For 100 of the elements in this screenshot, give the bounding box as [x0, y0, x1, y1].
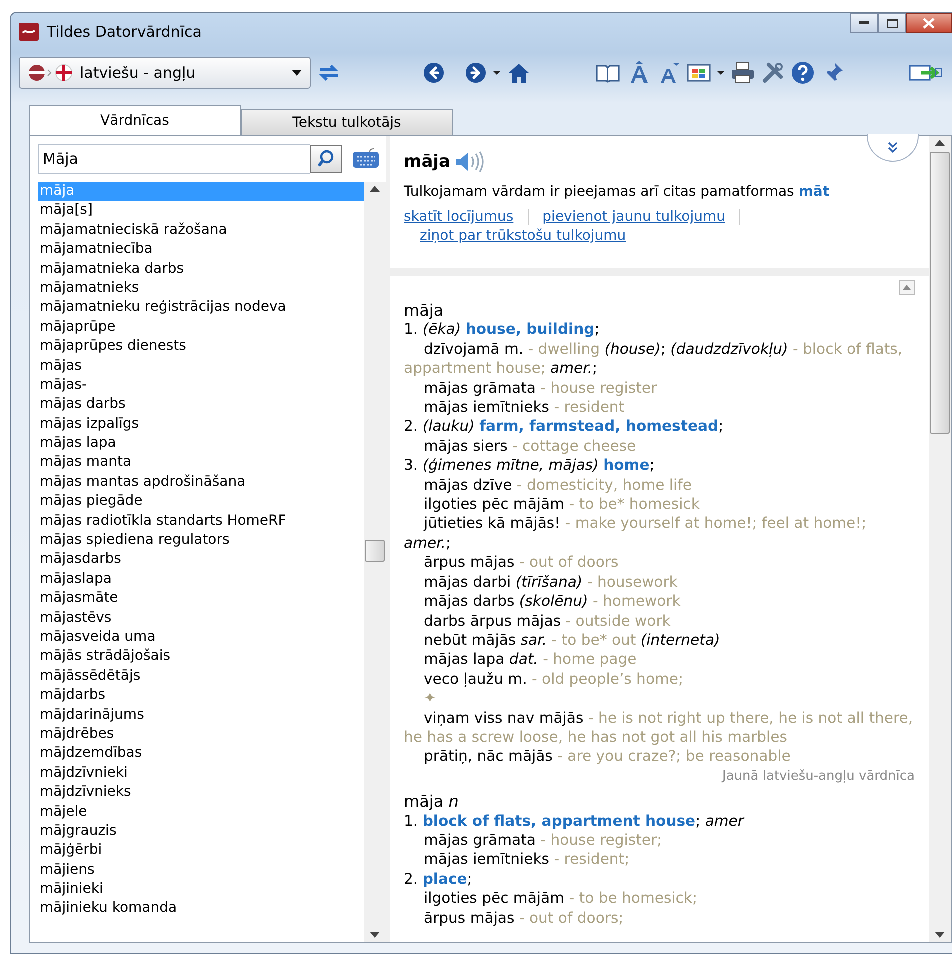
word-list-item[interactable]: mājdzemdības	[38, 744, 364, 764]
word-list-item[interactable]: mājas piegāde	[38, 492, 364, 512]
forward-icon[interactable]	[465, 62, 487, 84]
language-dropdown[interactable]: latviešu - angļu	[19, 57, 311, 89]
close-button[interactable]	[906, 13, 952, 33]
phrase-line: dzīvojamā m. - dwelling (house); (daudzdzīvokļu) - block of flats, appartment house; amer.;	[404, 340, 904, 379]
word-list-item[interactable]: mājdarbs	[38, 686, 364, 706]
caret-icon[interactable]	[493, 70, 501, 76]
scroll-up-icon[interactable]	[370, 186, 380, 192]
swap-icon[interactable]	[317, 62, 341, 84]
phrase-line: mājas siers - cottage cheese	[423, 436, 638, 456]
word-list-item[interactable]: mājdzīvnieki	[38, 764, 364, 784]
word-list-item[interactable]: mājinieku komanda	[38, 899, 364, 919]
window-title: Tildes Datorvārdnīca	[47, 23, 202, 41]
sense-line: 2. place;	[404, 870, 474, 890]
minimize-button[interactable]	[850, 13, 878, 33]
word-list-item[interactable]: mājas lapa	[38, 434, 364, 454]
word-list-item[interactable]: mājamatnieku reģistrācijas nodeva	[38, 298, 364, 318]
phrase-line: mājas darbi (tīrīšana) - housework	[423, 572, 679, 592]
word-list-item[interactable]: mājas radiotīkla standarts HomeRF	[38, 512, 364, 532]
help-icon[interactable]	[791, 61, 815, 85]
alternate-forms-note: Tulkojamam vārdam ir pieejamas arī citas pamatformas māt	[404, 184, 831, 200]
word-list-item[interactable]: mājās strādājošais	[38, 647, 364, 667]
phrase-line: jūtieties kā mājās! - make yourself at home!; feel at home!; amer.;	[404, 514, 868, 554]
tab[interactable]: Vārdnīcas	[29, 105, 241, 135]
word-list-item[interactable]: mājinieki	[38, 880, 364, 900]
phrase-line: mājas darbs (skolēnu) - homework	[423, 592, 682, 612]
word-list-item[interactable]: māja[s]	[38, 201, 364, 221]
word-list-item[interactable]: mājas	[38, 356, 364, 376]
sense-line: 1. block of flats, appartment house; amer	[404, 812, 746, 831]
scroll-down-icon[interactable]	[935, 932, 945, 938]
app-icon	[19, 23, 39, 41]
word-list-item[interactable]: mājasmāte	[38, 589, 364, 609]
phrase-line: mājas lapa dat. - home page	[423, 650, 638, 670]
color-scheme-icon[interactable]	[687, 63, 711, 83]
sense-line: 1. (ēka) house, building;	[404, 320, 601, 340]
source-label: Jaunā latviešu-angļu vārdnīca	[720, 768, 915, 786]
scroll-down-icon[interactable]	[370, 932, 380, 938]
sense-line: 2. (lauku) farm, farmstead, homestead;	[404, 417, 725, 437]
headword: māja	[404, 152, 450, 172]
word-list-item[interactable]: mājiens	[38, 860, 364, 880]
caret-icon[interactable]	[717, 70, 725, 76]
phrase-line: mājas iemītnieks - resident;	[423, 850, 631, 870]
word-list-item[interactable]: mājaslapa	[38, 570, 364, 590]
keyboard-icon[interactable]	[352, 148, 380, 170]
scrollbar-thumb[interactable]	[365, 540, 385, 562]
expand-button[interactable]	[867, 134, 919, 162]
search-icon	[317, 150, 335, 168]
word-list-item[interactable]: mājasdarbs	[38, 550, 364, 570]
word-list-item[interactable]: mājasveida uma	[38, 628, 364, 648]
maximize-icon	[886, 18, 898, 28]
flags-icon	[28, 64, 74, 82]
word-list-item[interactable]: mājamatniecība	[38, 240, 364, 260]
scrollbar-thumb[interactable]	[930, 152, 950, 434]
word-list-item[interactable]: mājaprūpe	[38, 318, 364, 338]
word-list-item[interactable]: mājastēvs	[38, 608, 364, 628]
ornament-mark: ✦	[423, 689, 438, 709]
word-list-item[interactable]: mājdrēbes	[38, 724, 364, 744]
phrase-line: prātiņ, nāc mājās - are you craze?; be reasonable	[423, 747, 792, 767]
collapse-button[interactable]	[899, 280, 915, 295]
book-icon[interactable]	[595, 63, 621, 83]
word-list-item[interactable]: mājas izpalīgs	[38, 414, 364, 434]
word-list-item[interactable]: mājele	[38, 802, 364, 822]
word-list-item[interactable]: mājas-	[38, 376, 364, 396]
phrase-line: ārpus mājas - out of doors;	[423, 908, 625, 928]
tools-icon[interactable]	[761, 61, 785, 85]
action-link[interactable]: skatīt locījumus	[404, 209, 514, 225]
search-field[interactable]: Māja	[38, 144, 310, 174]
action-link[interactable]: ziņot par trūkstošu tulkojumu	[420, 228, 626, 244]
phrase-line: ārpus mājas - out of doors	[423, 553, 620, 573]
word-list-item[interactable]: mājģērbi	[38, 841, 364, 861]
word-list-item[interactable]: mājamatnieka darbs	[38, 260, 364, 279]
tab[interactable]: Tekstu tulkotājs	[241, 109, 453, 135]
word-list-item[interactable]: mājamatnieks	[38, 278, 364, 298]
print-icon[interactable]	[731, 62, 755, 84]
search-button[interactable]	[310, 145, 342, 173]
maximize-button[interactable]	[878, 13, 906, 33]
word-list-item[interactable]: mājas manta	[38, 453, 364, 473]
phrase-line: mājas grāmata - house register	[423, 378, 658, 398]
word-list-item[interactable]: mājas darbs	[38, 395, 364, 415]
word-list-item[interactable]: mājaprūpes dienests	[38, 337, 364, 357]
back-icon[interactable]	[423, 62, 445, 84]
exit-icon[interactable]	[909, 62, 943, 84]
word-list-item[interactable]: mājas mantas apdrošināšana	[38, 472, 364, 492]
action-link[interactable]: pievienot jaunu tulkojumu	[542, 209, 726, 225]
word-list-item[interactable]: mājas spiediena regulators	[38, 531, 364, 550]
word-list-item[interactable]: mājdzīvnieks	[38, 783, 364, 802]
phrase-line: veco ļaužu m. - old people’s home;	[423, 670, 684, 690]
word-list-item[interactable]: mājamatnieciskā ražošana	[38, 220, 364, 240]
home-icon[interactable]	[507, 62, 531, 84]
word-list-item[interactable]: mājdarinājums	[38, 706, 364, 725]
phrase-line: viņam viss nav mājās - he is not right up there, he is not all there, he has a screw loose, he has not got all his marbles	[404, 708, 914, 748]
collapse-icon	[903, 285, 911, 290]
sense-line: 3. (ģimenes mītne, mājas) home;	[404, 456, 656, 476]
phrase-line: ilgoties pēc mājām - to be* homesick	[423, 495, 701, 514]
minimize-icon	[859, 21, 869, 25]
word-list-item[interactable]: mājāssēdētājs	[38, 666, 364, 686]
word-list-item[interactable]: mājgrauzis	[38, 822, 364, 842]
scroll-up-icon[interactable]	[935, 140, 945, 146]
speaker-icon[interactable]	[454, 150, 484, 174]
